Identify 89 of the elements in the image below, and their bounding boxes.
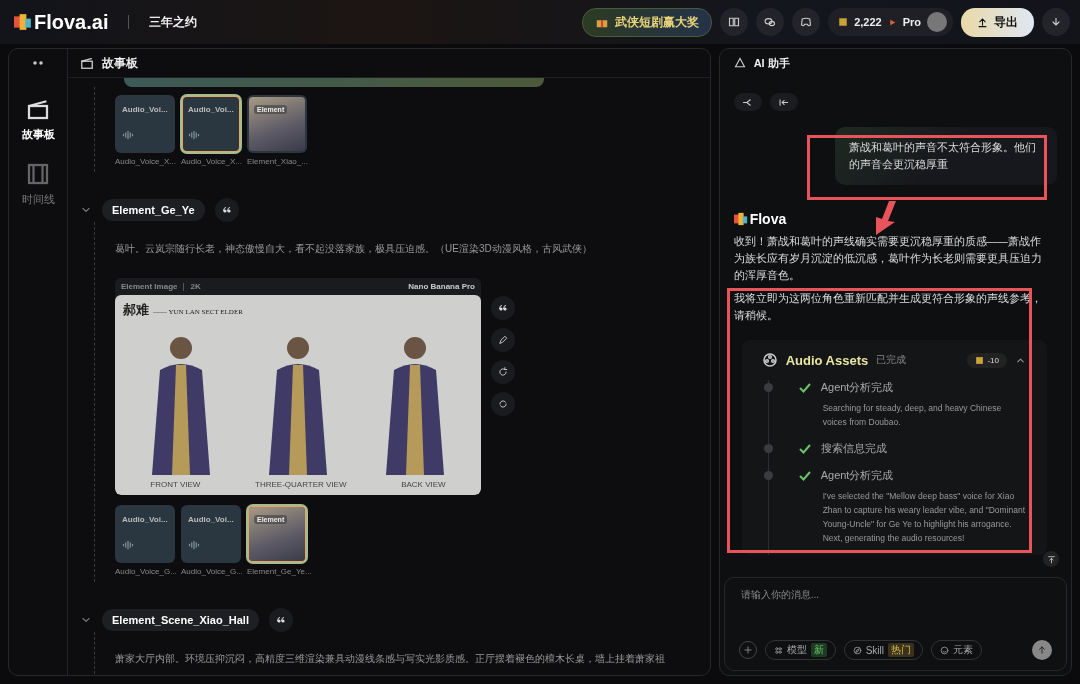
- credit-count: 2,222: [854, 16, 882, 28]
- triangle-logo-icon: [733, 57, 746, 69]
- send-button[interactable]: [1032, 640, 1052, 660]
- task-title: Audio Assets: [785, 352, 869, 368]
- element-description: 萧家大厅内部。环境压抑沉闷，高精度三维渲染兼具动漫线条感与写实光影质感。正厅摆着褪色的檀木长桌，墙上挂着萧家祖: [115, 652, 666, 666]
- compass-icon: [852, 645, 862, 655]
- element-tag[interactable]: Element_Scene_Xiao_Hall: [102, 609, 259, 631]
- promo-button[interactable]: 武侠短剧赢大奖: [582, 7, 713, 37]
- chat-bubbles-icon: [764, 16, 777, 28]
- user-message: 萧战和葛叶的声音不太符合形象。他们的声音会更沉稳厚重: [835, 127, 1057, 185]
- plan-label: Pro: [902, 16, 921, 28]
- asset-caption: Audio_Voice_G...: [115, 567, 175, 576]
- view-caption: THREE-QUARTER VIEW: [255, 480, 347, 489]
- filmstrip-icon: [26, 162, 50, 186]
- plus-icon: [742, 645, 753, 655]
- panel-title: 故事板: [102, 54, 138, 72]
- clapperboard-icon: [80, 56, 94, 70]
- branch-button[interactable]: [733, 93, 762, 111]
- quote-button[interactable]: [268, 608, 293, 632]
- step-dot: [763, 383, 773, 392]
- step-title: Agent分析完成: [820, 380, 894, 395]
- element-description: 葛叶。云岚宗随行长老，神态傲慢自大，看不起没落家族，极具压迫感。（UE渲染3D动漫风格，古风武侠）: [115, 242, 593, 256]
- step-title: 搜索信息完成: [820, 441, 887, 456]
- view-caption: BACK VIEW: [401, 480, 446, 489]
- step-dot: [763, 444, 773, 453]
- step-detail: I've selected the "Mellow deep bass" voice for Xiao Zhan to capture his weary leader vibe, and "Dominant Young-Uncle" for Ge Ye to highlight his arrogance. Next, generating the audio resources!: [821, 490, 1027, 545]
- asset-caption: Audio_Voice_X...: [115, 157, 175, 166]
- rail-tab[interactable]: 故事板: [21, 97, 55, 142]
- logo-mark-icon: [14, 13, 32, 31]
- quote-icon: [275, 615, 286, 625]
- edit-icon: [498, 335, 508, 345]
- branch-icon: [742, 96, 754, 108]
- asset-caption: Audio_Voice_G...: [181, 567, 241, 576]
- asset-caption: Element_Xiao_...: [247, 157, 307, 166]
- cycle-icon: [498, 399, 508, 409]
- quote-icon: [498, 303, 508, 313]
- rail-tab[interactable]: 时间线: [21, 162, 55, 207]
- edit-button[interactable]: [491, 328, 515, 352]
- step-title: Agent分析完成: [820, 468, 894, 483]
- play-icon: [887, 17, 897, 27]
- logo-mark-icon: [733, 212, 748, 226]
- quote-button[interactable]: [491, 296, 515, 320]
- arrow-top-icon: [1046, 554, 1056, 564]
- tool-badge: 热门: [888, 643, 914, 657]
- resolution-label: 2K: [190, 282, 201, 291]
- film-reel-icon: [761, 352, 778, 368]
- cost-label: -10: [987, 355, 999, 365]
- clapperboard-icon: [26, 97, 50, 121]
- bot-name: Flova: [749, 211, 787, 227]
- asset-caption: Audio_Voice_X...: [181, 157, 241, 166]
- image-label: Element Image: [121, 282, 178, 291]
- docs-button[interactable]: [720, 8, 749, 36]
- element-tag[interactable]: Element_Ge_Ye: [102, 199, 205, 221]
- avatar[interactable]: [927, 12, 947, 32]
- wechat-button[interactable]: [756, 8, 785, 36]
- regenerate-button[interactable]: [491, 360, 515, 384]
- arrow-up-icon: [1037, 645, 1047, 655]
- book-icon: [728, 16, 741, 28]
- view-caption: FRONT VIEW: [150, 480, 201, 489]
- credit-icon: [975, 355, 985, 365]
- bot-message: 收到！萧战和葛叶的声线确实需要更沉稳厚重的质感——萧战作为族长应有岁月沉淀的低沉感，葛叶作为长老则需要更具压迫力的浑厚音色。: [733, 234, 1043, 283]
- logo-text: Flova.ai: [34, 10, 109, 34]
- undo-icon: [778, 96, 790, 108]
- gamepad-icon: [800, 16, 813, 28]
- tool-badge: 新: [810, 643, 827, 657]
- photo-placeholder: [249, 97, 305, 151]
- quote-icon: [221, 205, 232, 215]
- grid-icon: [773, 645, 783, 655]
- message-input[interactable]: 请输入你的消息...: [738, 588, 1052, 601]
- discord-button[interactable]: [792, 8, 821, 36]
- sheet-heading: 郝难: [123, 301, 149, 319]
- bot-message: 我将立即为这两位角色重新匹配并生成更符合形象的声线参考，请稍候。: [733, 291, 1043, 323]
- undo-button[interactable]: [769, 93, 798, 111]
- smile-icon: [940, 645, 949, 655]
- scroll-top-button[interactable]: [1043, 551, 1059, 567]
- replace-button[interactable]: [491, 392, 515, 416]
- project-title: 三年之约: [149, 13, 198, 31]
- download-button[interactable]: [1042, 8, 1070, 36]
- task-status: 已完成: [876, 353, 907, 367]
- upload-icon: [977, 16, 988, 28]
- step-dot: [763, 471, 773, 480]
- quote-button[interactable]: [214, 198, 239, 222]
- panel-title: AI 助手: [753, 55, 790, 71]
- export-button[interactable]: 导出: [961, 7, 1034, 37]
- refresh-icon: [498, 367, 508, 377]
- step-detail: Searching for steady, deep, and heavy Chinese voices from Doubao.: [821, 402, 1003, 429]
- download-icon: [1050, 16, 1062, 28]
- model-label: Nano Banana Pro: [408, 282, 475, 291]
- photo-placeholder: [249, 507, 305, 561]
